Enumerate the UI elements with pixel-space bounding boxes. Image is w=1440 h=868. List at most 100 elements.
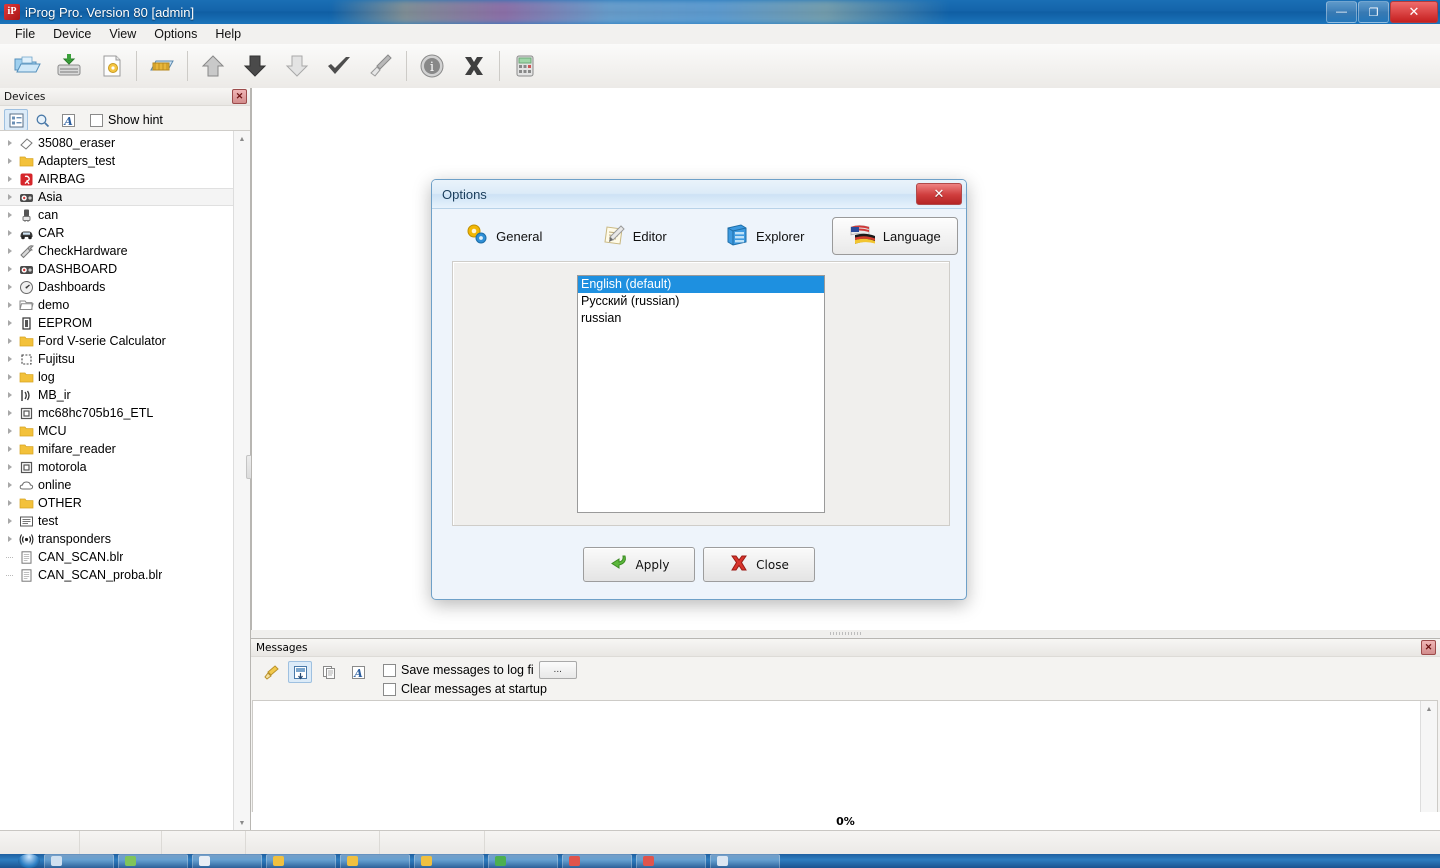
language-listbox[interactable]: English (default) Русский (russian) russia… <box>577 275 825 513</box>
save-to-disk-icon[interactable] <box>48 46 90 86</box>
tree-expand-icon[interactable] <box>6 499 15 508</box>
tree-expand-icon[interactable] <box>6 247 15 256</box>
cancel-x-icon[interactable] <box>453 46 495 86</box>
taskbar-item[interactable] <box>414 854 484 868</box>
language-list-item[interactable]: Русский (russian) <box>578 293 824 310</box>
taskbar-item[interactable] <box>266 854 336 868</box>
tree-item[interactable]: Asia <box>0 188 233 206</box>
tree-item[interactable]: motorola <box>0 458 233 476</box>
tree-item[interactable]: Dashboards <box>0 278 233 296</box>
tree-expand-icon[interactable] <box>6 211 15 220</box>
menu-item-file[interactable]: File <box>6 25 44 43</box>
scroll-down-icon[interactable]: ▼ <box>234 815 250 831</box>
menu-item-help[interactable]: Help <box>206 25 250 43</box>
open-folder-icon[interactable] <box>6 46 48 86</box>
tree-expand-icon[interactable] <box>6 391 15 400</box>
show-hint-checkbox[interactable]: Show hint <box>90 113 163 127</box>
clear-messages-checkbox[interactable] <box>383 682 396 696</box>
minimize-button[interactable]: — <box>1326 1 1357 23</box>
tree-expand-icon[interactable] <box>6 355 15 364</box>
language-list-item[interactable]: English (default) <box>578 276 824 293</box>
save-messages-option-row[interactable]: Save messages to log fi ... <box>383 661 577 679</box>
tree-expand-icon[interactable] <box>6 409 15 418</box>
taskbar-item[interactable] <box>488 854 558 868</box>
search-icon[interactable] <box>30 109 54 131</box>
tree-item[interactable]: CheckHardware <box>0 242 233 260</box>
tree-item[interactable]: online <box>0 476 233 494</box>
taskbar-item[interactable] <box>44 854 114 868</box>
taskbar-item[interactable] <box>192 854 262 868</box>
devices-tree[interactable]: 35080_eraser Adapters_test AIRBAG Asia can CA… <box>0 131 233 831</box>
tree-item[interactable]: AIRBAG <box>0 170 233 188</box>
devices-panel-close-icon[interactable]: ✕ <box>232 89 247 104</box>
save-messages-checkbox[interactable] <box>383 663 396 677</box>
tree-item[interactable]: can <box>0 206 233 224</box>
save-messages-icon[interactable] <box>288 661 312 683</box>
scroll-up-icon[interactable]: ▲ <box>234 131 250 147</box>
tree-item[interactable]: Adapters_test <box>0 152 233 170</box>
tree-expand-icon[interactable] <box>6 427 15 436</box>
tree-view-icon[interactable] <box>4 109 28 131</box>
clear-messages-option-row[interactable]: Clear messages at startup <box>383 682 577 696</box>
tree-expand-icon[interactable] <box>6 319 15 328</box>
menu-item-options[interactable]: Options <box>145 25 206 43</box>
tree-item[interactable]: Ford V-serie Calculator <box>0 332 233 350</box>
tree-item[interactable]: MCU <box>0 422 233 440</box>
close-button[interactable]: Close <box>703 547 815 582</box>
tab-language[interactable]: Language <box>831 217 958 255</box>
tree-item[interactable]: test <box>0 512 233 530</box>
tree-item[interactable]: CAN_SCAN_proba.blr <box>0 566 233 584</box>
taskbar-item[interactable] <box>340 854 410 868</box>
tab-editor[interactable]: Editor <box>571 217 698 255</box>
options-dialog-close-button[interactable]: ✕ <box>916 183 962 205</box>
tree-expand-icon[interactable] <box>6 445 15 454</box>
taskbar-item[interactable] <box>710 854 780 868</box>
checkmark-icon[interactable] <box>318 46 360 86</box>
tree-item[interactable]: CAR <box>0 224 233 242</box>
browse-log-file-button[interactable]: ... <box>538 661 577 679</box>
tree-expand-icon[interactable] <box>6 481 15 490</box>
font-messages-icon[interactable]: A <box>346 661 370 683</box>
show-hint-checkbox-box[interactable] <box>90 113 103 127</box>
taskbar-item[interactable] <box>636 854 706 868</box>
tree-expand-icon[interactable] <box>6 193 15 202</box>
horizontal-splitter[interactable] <box>251 630 1440 637</box>
tree-item[interactable]: OTHER <box>0 494 233 512</box>
start-button-icon[interactable] <box>18 854 40 868</box>
tree-item[interactable]: MB_ir <box>0 386 233 404</box>
tree-expand-icon[interactable] <box>6 283 15 292</box>
chip-hardware-icon[interactable] <box>141 46 183 86</box>
tree-expand-icon[interactable] <box>6 301 15 310</box>
tree-expand-icon[interactable] <box>6 139 15 148</box>
arrow-down-dark-icon[interactable] <box>234 46 276 86</box>
tree-item[interactable]: mifare_reader <box>0 440 233 458</box>
font-icon[interactable]: A <box>56 109 80 131</box>
messages-scroll-up-icon[interactable]: ▲ <box>1421 701 1437 717</box>
tree-expand-icon[interactable] <box>6 157 15 166</box>
tree-item[interactable]: Fujitsu <box>0 350 233 368</box>
tree-item[interactable]: DASHBOARD <box>0 260 233 278</box>
tree-item[interactable]: log <box>0 368 233 386</box>
arrow-down-light-icon[interactable] <box>276 46 318 86</box>
tree-item[interactable]: CAN_SCAN.blr <box>0 548 233 566</box>
tree-expand-icon[interactable] <box>6 463 15 472</box>
restore-button[interactable]: ❐ <box>1358 1 1389 23</box>
tree-expand-icon[interactable] <box>6 229 15 238</box>
tree-expand-icon[interactable] <box>6 517 15 526</box>
tree-expand-icon[interactable] <box>6 373 15 382</box>
tree-expand-icon[interactable] <box>6 535 15 544</box>
menu-item-view[interactable]: View <box>100 25 145 43</box>
brush-clear-icon[interactable] <box>259 661 283 683</box>
taskbar-item[interactable] <box>562 854 632 868</box>
copy-messages-icon[interactable] <box>317 661 341 683</box>
menu-item-device[interactable]: Device <box>44 25 100 43</box>
calculator-icon[interactable] <box>504 46 546 86</box>
info-icon[interactable]: i <box>411 46 453 86</box>
tree-item[interactable]: mc68hc705b16_ETL <box>0 404 233 422</box>
devices-tree-scrollbar[interactable]: ▲ ▼ <box>233 131 250 831</box>
taskbar-item[interactable] <box>118 854 188 868</box>
tree-expand-icon[interactable] <box>6 175 15 184</box>
tab-general[interactable]: General <box>440 217 567 255</box>
tab-explorer[interactable]: Explorer <box>701 217 828 255</box>
tree-expand-icon[interactable] <box>6 265 15 274</box>
